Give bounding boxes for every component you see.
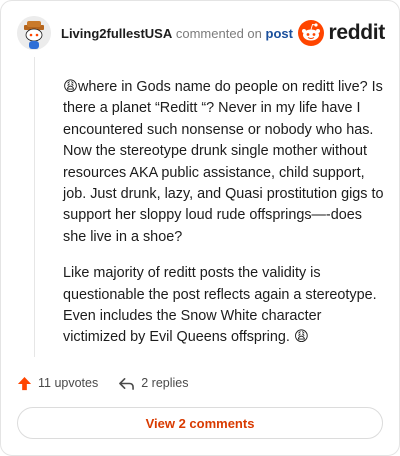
thread-line — [34, 57, 35, 357]
reddit-logo[interactable]: reddit — [298, 20, 385, 46]
comment-body: 😩where in Gods name do people on reditt … — [63, 77, 385, 364]
comment-card: Living2fullestUSA commented on post redd… — [0, 0, 400, 456]
avatar[interactable] — [17, 16, 51, 50]
action-text: commented on — [175, 25, 262, 41]
replies-button[interactable]: 2 replies — [118, 376, 188, 391]
view-comments-button[interactable]: View 2 comments — [17, 407, 383, 439]
reddit-wordmark: reddit — [328, 21, 385, 44]
upvote-count: 11 upvotes — [38, 376, 99, 390]
comment-meta: Living2fullestUSA commented on post — [61, 26, 293, 41]
upvote-arrow-icon — [17, 376, 32, 390]
comment-paragraph: 😩where in Gods name do people on reditt … — [63, 79, 384, 245]
comment-footer: 11 upvotes 2 replies — [17, 371, 188, 395]
reply-arrow-icon — [119, 377, 135, 390]
post-link[interactable]: post — [266, 26, 293, 41]
username[interactable]: Living2fullestUSA — [61, 26, 172, 41]
upvote-button[interactable]: 11 upvotes — [17, 376, 98, 391]
snoo-avatar-icon — [17, 16, 51, 50]
reddit-snoo-icon — [298, 20, 325, 46]
comment-header: Living2fullestUSA commented on post redd… — [17, 13, 385, 53]
replies-count: 2 replies — [141, 376, 189, 390]
comment-paragraph: Like majority of reditt posts the validi… — [63, 265, 377, 346]
